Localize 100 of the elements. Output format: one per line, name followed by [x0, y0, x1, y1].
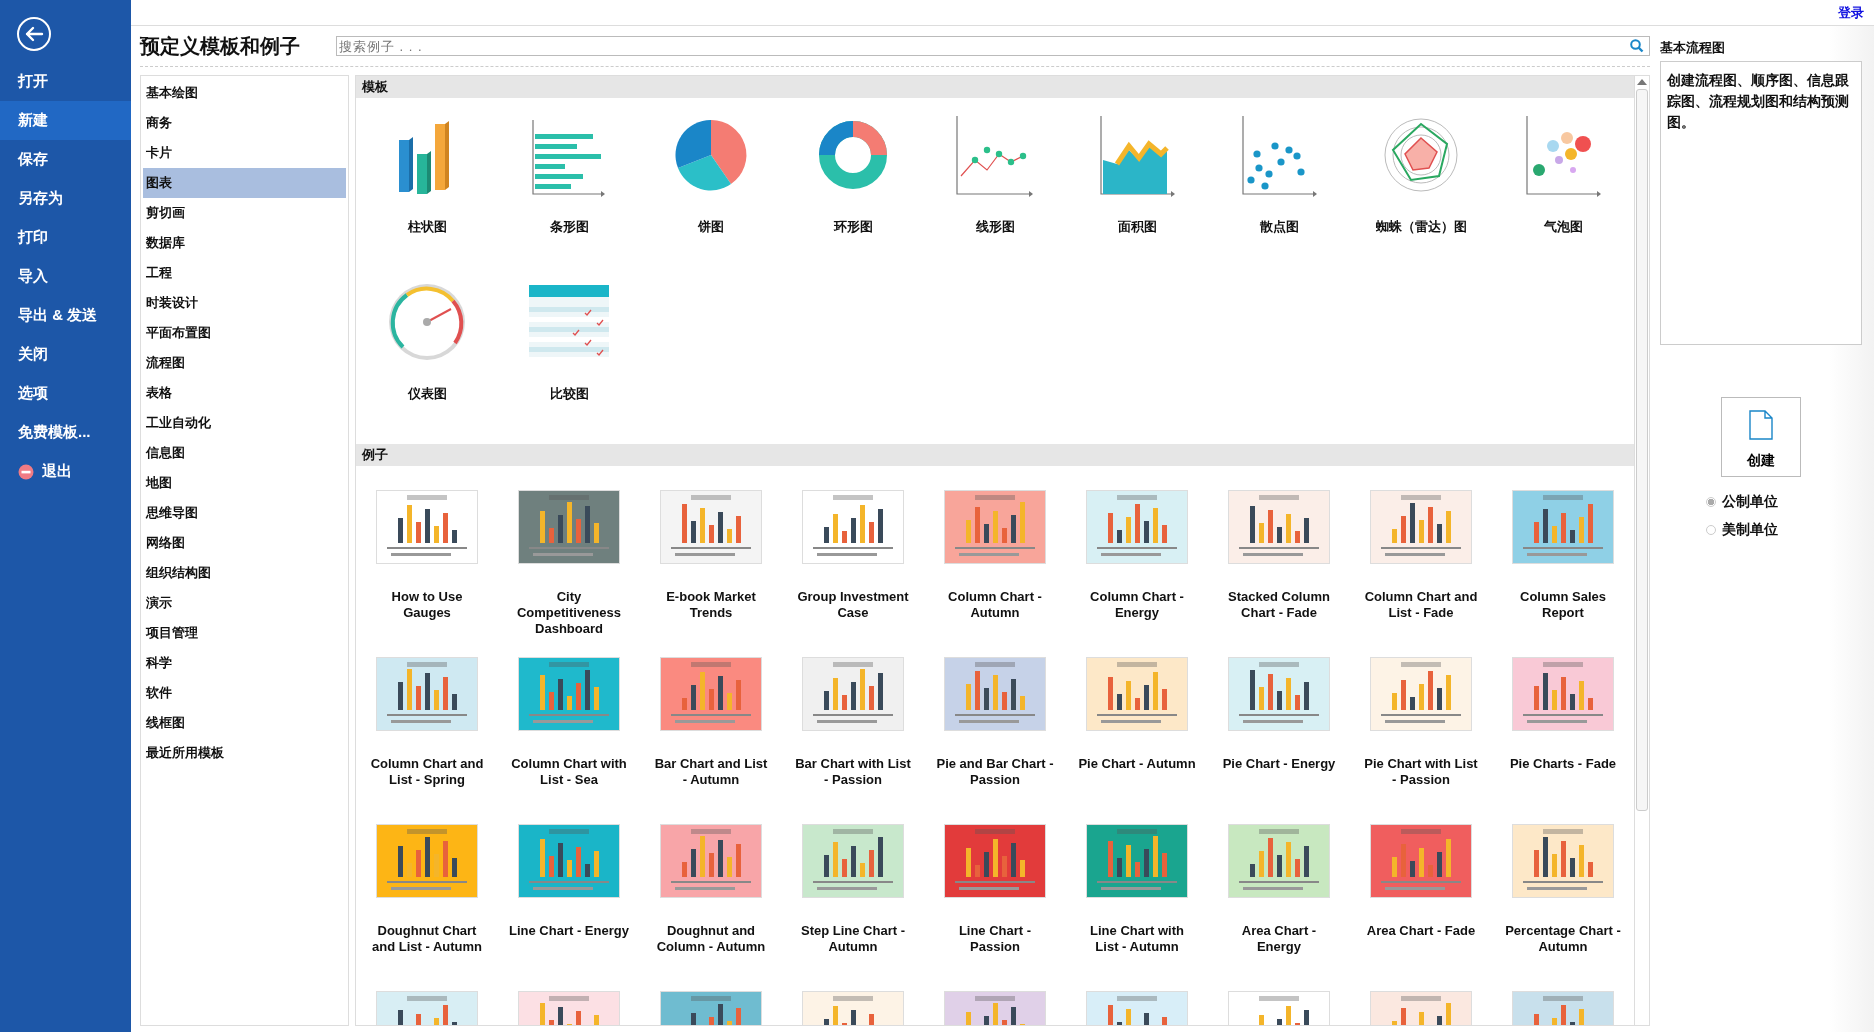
chart-thumbnail[interactable] [803, 658, 903, 730]
category-item[interactable]: 项目管理 [143, 618, 346, 648]
template-label[interactable]: 比较图 [549, 385, 589, 403]
example-label[interactable]: Doughnut Chart and List - Autumn [367, 923, 487, 955]
sidebar-item[interactable]: 打开 [0, 62, 131, 101]
back-icon[interactable] [16, 16, 52, 52]
category-item[interactable]: 信息图 [143, 438, 346, 468]
sidebar-item[interactable]: 另存为 [0, 179, 131, 218]
chart-thumbnail[interactable] [1087, 491, 1187, 563]
category-item[interactable]: 卡片 [143, 138, 346, 168]
chart-thumbnail[interactable] [803, 825, 903, 897]
create-button[interactable]: 创建 [1721, 397, 1801, 477]
example-label[interactable]: Area Chart - Fade [1361, 923, 1481, 939]
chart-thumbnail[interactable] [1513, 491, 1613, 563]
example-label[interactable]: Column Chart and List - Fade [1361, 589, 1481, 621]
chart-thumbnail[interactable] [1087, 825, 1187, 897]
category-item[interactable]: 网络图 [143, 528, 346, 558]
example-label[interactable]: Area Chart - Energy [1219, 923, 1339, 955]
example-label[interactable]: Column Chart and List - Spring [367, 756, 487, 788]
sidebar-item[interactable]: 新建 [0, 101, 131, 140]
example-label[interactable]: Pie Charts - Fade [1503, 756, 1623, 772]
template-label[interactable]: 条形图 [549, 218, 589, 236]
chart-thumbnail[interactable] [519, 825, 619, 897]
category-item[interactable]: 图表 [143, 168, 346, 198]
chart-thumbnail[interactable] [661, 658, 761, 730]
category-item[interactable]: 基本绘图 [143, 78, 346, 108]
login-link[interactable]: 登录 [1838, 4, 1864, 22]
chart-thumbnail[interactable] [1513, 825, 1613, 897]
template-label[interactable]: 柱状图 [407, 218, 447, 236]
example-label[interactable]: Step Line Chart - Autumn [793, 923, 913, 955]
example-label[interactable]: Line Chart - Passion [935, 923, 1055, 955]
sidebar-item[interactable]: 免费模板... [0, 413, 131, 452]
example-label[interactable]: City Competitiveness Dashboard [509, 589, 629, 637]
category-item[interactable]: 软件 [143, 678, 346, 708]
unit-radio[interactable]: 公制单位 [1706, 493, 1862, 511]
example-label[interactable]: Pie Chart with List - Passion [1361, 756, 1481, 788]
chart-thumbnail[interactable] [1087, 658, 1187, 730]
sidebar-item[interactable]: 打印 [0, 218, 131, 257]
chart-thumbnail[interactable] [1371, 825, 1471, 897]
unit-radio[interactable]: 美制单位 [1706, 521, 1862, 539]
sidebar-item[interactable]: 退出 [0, 452, 131, 491]
example-label[interactable]: Doughnut and Column - Autumn [651, 923, 771, 955]
sidebar-item[interactable]: 导入 [0, 257, 131, 296]
chart-thumbnail[interactable] [945, 825, 1045, 897]
example-label[interactable]: Pie Chart - Autumn [1077, 756, 1197, 772]
category-item[interactable]: 时装设计 [143, 288, 346, 318]
template-label[interactable]: 仪表图 [407, 385, 447, 403]
example-label[interactable]: Pie and Bar Chart - Passion [935, 756, 1055, 788]
category-item[interactable]: 工业自动化 [143, 408, 346, 438]
category-item[interactable]: 表格 [143, 378, 346, 408]
example-label[interactable]: Stacked Column Chart - Fade [1219, 589, 1339, 621]
category-item[interactable]: 剪切画 [143, 198, 346, 228]
chart-thumbnail[interactable] [377, 658, 477, 730]
chart-thumbnail[interactable] [1229, 658, 1329, 730]
chart-thumbnail[interactable] [1371, 491, 1471, 563]
category-item[interactable]: 流程图 [143, 348, 346, 378]
sidebar-item[interactable]: 导出 & 发送 [0, 296, 131, 335]
template-label[interactable]: 饼图 [698, 218, 724, 236]
example-label[interactable]: Percentage Chart - Autumn [1503, 923, 1623, 955]
chart-thumbnail[interactable] [377, 825, 477, 897]
example-label[interactable]: Column Chart with List - Sea [509, 756, 629, 788]
category-item[interactable]: 平面布置图 [143, 318, 346, 348]
example-label[interactable]: Column Sales Report [1503, 589, 1623, 621]
category-item[interactable]: 地图 [143, 468, 346, 498]
example-label[interactable]: Column Chart - Autumn [935, 589, 1055, 621]
category-item[interactable]: 线框图 [143, 708, 346, 738]
sidebar-item[interactable]: 选项 [0, 374, 131, 413]
example-label[interactable]: Line Chart with List - Autumn [1077, 923, 1197, 955]
sidebar-item[interactable]: 保存 [0, 140, 131, 179]
category-item[interactable]: 思维导图 [143, 498, 346, 528]
example-label[interactable]: Column Chart - Energy [1077, 589, 1197, 621]
template-label[interactable]: 蜘蛛（雷达）图 [1375, 218, 1467, 236]
template-label[interactable]: 线形图 [975, 218, 1015, 236]
chart-thumbnail[interactable] [945, 491, 1045, 563]
scrollbar[interactable] [1634, 76, 1649, 1025]
chart-thumbnail[interactable] [1229, 825, 1329, 897]
category-item[interactable]: 数据库 [143, 228, 346, 258]
chart-thumbnail[interactable] [519, 491, 619, 563]
example-label[interactable]: Group Investment Case [793, 589, 913, 621]
category-item[interactable]: 科学 [143, 648, 346, 678]
category-item[interactable]: 演示 [143, 588, 346, 618]
example-label[interactable]: E-book Market Trends [651, 589, 771, 621]
category-item[interactable]: 商务 [143, 108, 346, 138]
template-label[interactable]: 环形图 [833, 218, 873, 236]
template-label[interactable]: 气泡图 [1543, 218, 1583, 236]
template-label[interactable]: 散点图 [1259, 218, 1299, 236]
category-item[interactable]: 组织结构图 [143, 558, 346, 588]
example-label[interactable]: Bar Chart with List - Passion [793, 756, 913, 788]
search-field[interactable]: 搜索例子 . . . [336, 36, 1650, 56]
chart-thumbnail[interactable] [661, 491, 761, 563]
scroll-up-icon[interactable] [1637, 79, 1647, 85]
sidebar-item[interactable]: 关闭 [0, 335, 131, 374]
search-icon[interactable] [1630, 39, 1644, 53]
chart-thumbnail[interactable] [1371, 658, 1471, 730]
example-label[interactable]: Bar Chart and List - Autumn [651, 756, 771, 788]
chart-thumbnail[interactable] [1513, 658, 1613, 730]
category-item[interactable]: 最近所用模板 [143, 738, 346, 768]
template-label[interactable]: 面积图 [1117, 218, 1157, 236]
chart-thumbnail[interactable] [1229, 491, 1329, 563]
example-label[interactable]: How to Use Gauges [367, 589, 487, 621]
